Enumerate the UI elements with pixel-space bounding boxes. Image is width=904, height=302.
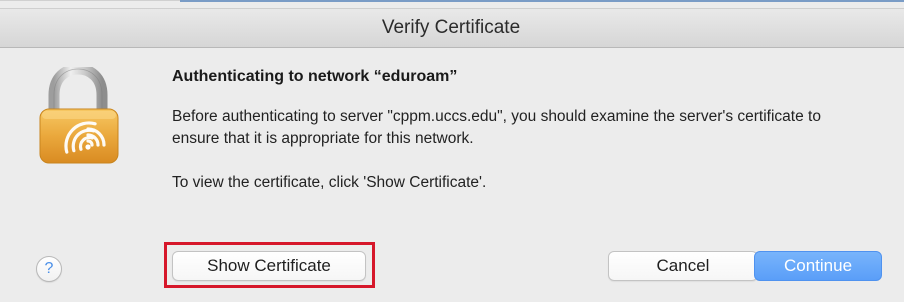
lock-wifi-icon [39,67,119,164]
dialog-heading: Authenticating to network “eduroam” [172,68,458,85]
titlebar: Verify Certificate [0,8,904,48]
window-top-accent [180,0,904,2]
verify-certificate-window: Verify Certificate Authenticating to net… [0,0,904,302]
window-title: Verify Certificate [381,17,521,38]
continue-button[interactable]: Continue [754,251,882,281]
window-top-edge [0,0,180,1]
help-button[interactable]: ? [36,256,62,282]
dialog-body-text: Before authenticating to server "cppm.uc… [172,108,821,147]
dialog-hint-text: To view the certificate, click 'Show Cer… [172,174,487,191]
show-certificate-button[interactable]: Show Certificate [172,251,366,281]
cancel-button[interactable]: Cancel [608,251,758,281]
